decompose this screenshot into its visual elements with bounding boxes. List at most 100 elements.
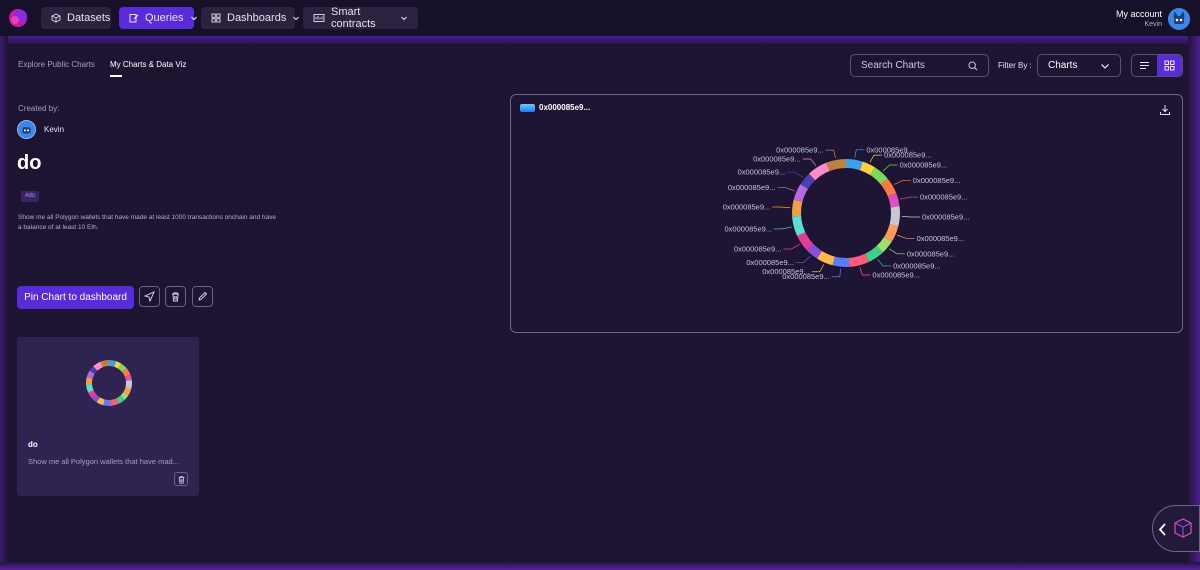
donut-slice[interactable]: [846, 159, 863, 171]
slice-label: 0x000085e9...: [746, 258, 794, 267]
search-input[interactable]: [861, 60, 961, 71]
donut-slice[interactable]: [832, 256, 850, 267]
slice-leader-line: [783, 244, 800, 250]
account-label: My account: [1115, 9, 1162, 19]
send-icon: [144, 291, 155, 302]
nav-queries-button[interactable]: Queries: [119, 7, 197, 29]
slice-label: 0x000085e9...: [762, 267, 810, 276]
slice-label: 0x000085e9...: [776, 146, 824, 155]
slice-leader-line: [882, 164, 898, 172]
slice-leader-line: [894, 180, 911, 185]
filter-selected-value: Charts: [1048, 60, 1078, 71]
slice-label: 0x000085e9...: [723, 202, 771, 211]
grid-view-icon: [1164, 60, 1175, 71]
list-view-button[interactable]: [1132, 55, 1157, 76]
view-toggle: [1131, 54, 1183, 77]
slice-label: 0x000085e9...: [728, 183, 776, 192]
app-logo[interactable]: [6, 7, 32, 31]
chevron-down-icon: [1101, 63, 1109, 69]
grid-view-button[interactable]: [1157, 55, 1182, 76]
chart-card-thumbnail: [86, 360, 132, 406]
slice-label: 0x000085e9...: [913, 176, 961, 185]
cube-logo-edges: [1174, 522, 1192, 537]
slice-label: 0x000085e9...: [753, 154, 801, 163]
donut-chart: 0x000085e9...0x000085e9...0x000085e9...0…: [723, 145, 970, 281]
nav-datasets-button[interactable]: Datasets: [41, 7, 111, 29]
pencil-icon: [198, 291, 208, 301]
nav-queries-label: Queries: [145, 12, 184, 24]
slice-leader-line: [900, 196, 918, 200]
slice-leader-line: [859, 267, 871, 276]
share-button[interactable]: [139, 286, 160, 307]
slice-leader-line: [888, 248, 905, 255]
avatar[interactable]: [1168, 8, 1190, 30]
slice-label: 0x000085e9...: [917, 234, 965, 243]
slice-label: 0x000085e9...: [907, 249, 955, 258]
tab-my-charts[interactable]: My Charts & Data Viz: [110, 60, 186, 69]
frame-border-top: [0, 36, 1200, 44]
nav-dashboards-button[interactable]: Dashboards: [201, 7, 300, 29]
frame-border-bottom: [0, 562, 1200, 570]
slice-label: 0x000085e9...: [734, 244, 782, 253]
creator-name: Kevin: [44, 125, 65, 134]
delete-button[interactable]: [165, 286, 186, 307]
donut-slice[interactable]: [848, 253, 869, 267]
pin-chart-button[interactable]: Pin Chart to dashboard: [17, 286, 134, 309]
account-menu[interactable]: My account Kevin: [1116, 9, 1162, 28]
chevron-down-icon: [401, 16, 407, 21]
slice-leader-line: [787, 171, 804, 178]
filter-select[interactable]: Charts: [1037, 54, 1121, 77]
filter-label: Filter By :: [998, 61, 1032, 70]
card-description: Show me all Polygon wallets that have ma…: [28, 457, 179, 466]
chevron-down-icon: [190, 16, 197, 21]
slice-label: 0x000085e9...: [725, 224, 773, 233]
search-icon[interactable]: [968, 60, 978, 71]
trash-icon: [172, 292, 179, 302]
floating-assistant-widget[interactable]: [1152, 505, 1200, 552]
slice-leader-line: [877, 259, 892, 267]
edit-button[interactable]: [192, 286, 213, 307]
slice-leader-line: [831, 268, 842, 278]
slice-leader-line: [811, 264, 825, 273]
contract-icon: [313, 14, 325, 22]
frame-border-right: [1188, 36, 1200, 570]
chevron-left-icon[interactable]: [1158, 523, 1166, 536]
nav-smart-contracts-label: Smart contracts: [331, 6, 376, 30]
slice-leader-line: [777, 187, 795, 192]
frame-border-left: [0, 36, 8, 570]
chart-description: Show me all Polygon wallets that have ma…: [18, 214, 276, 231]
cube-icon: [51, 13, 61, 23]
grid-icon: [211, 13, 221, 23]
slice-leader-line: [802, 158, 817, 166]
slice-label: 0x000085e9...: [884, 151, 932, 160]
nav-smart-contracts-button[interactable]: Smart contracts: [303, 6, 418, 30]
nav-dashboards-label: Dashboards: [227, 12, 287, 24]
edit-query-icon: [129, 14, 139, 23]
tab-explore-public-charts[interactable]: Explore Public Charts: [18, 60, 95, 69]
active-tab-indicator: [110, 75, 122, 77]
donut-slice[interactable]: [889, 206, 900, 227]
slice-label: 0x000085e9...: [738, 168, 786, 177]
card-title: do: [28, 440, 38, 449]
slice-leader-line: [772, 206, 791, 209]
slice-leader-line: [774, 226, 792, 230]
slice-label: 0x000085e9...: [893, 261, 941, 270]
donut-slice[interactable]: [826, 159, 846, 172]
page-title: do: [17, 152, 42, 174]
account-username: Kevin: [1144, 21, 1162, 28]
created-by-label: Created by:: [18, 104, 60, 113]
slice-leader-line: [795, 255, 811, 263]
donut-slice: [125, 380, 132, 389]
slice-label: 0x000085e9...: [872, 270, 920, 279]
creator-avatar: [17, 120, 36, 139]
slice-label: 0x000085e9...: [922, 213, 970, 222]
search-box[interactable]: [850, 54, 989, 77]
tag-badge[interactable]: #do: [21, 191, 40, 202]
chevron-down-icon: [293, 16, 300, 21]
donut-slice[interactable]: [792, 215, 806, 236]
donut-slice[interactable]: [792, 199, 803, 217]
list-view-icon: [1140, 61, 1149, 70]
assistant-widget-graphic: [1158, 518, 1192, 538]
card-delete-button[interactable]: [174, 472, 188, 486]
slice-label: 0x000085e9...: [900, 160, 948, 169]
